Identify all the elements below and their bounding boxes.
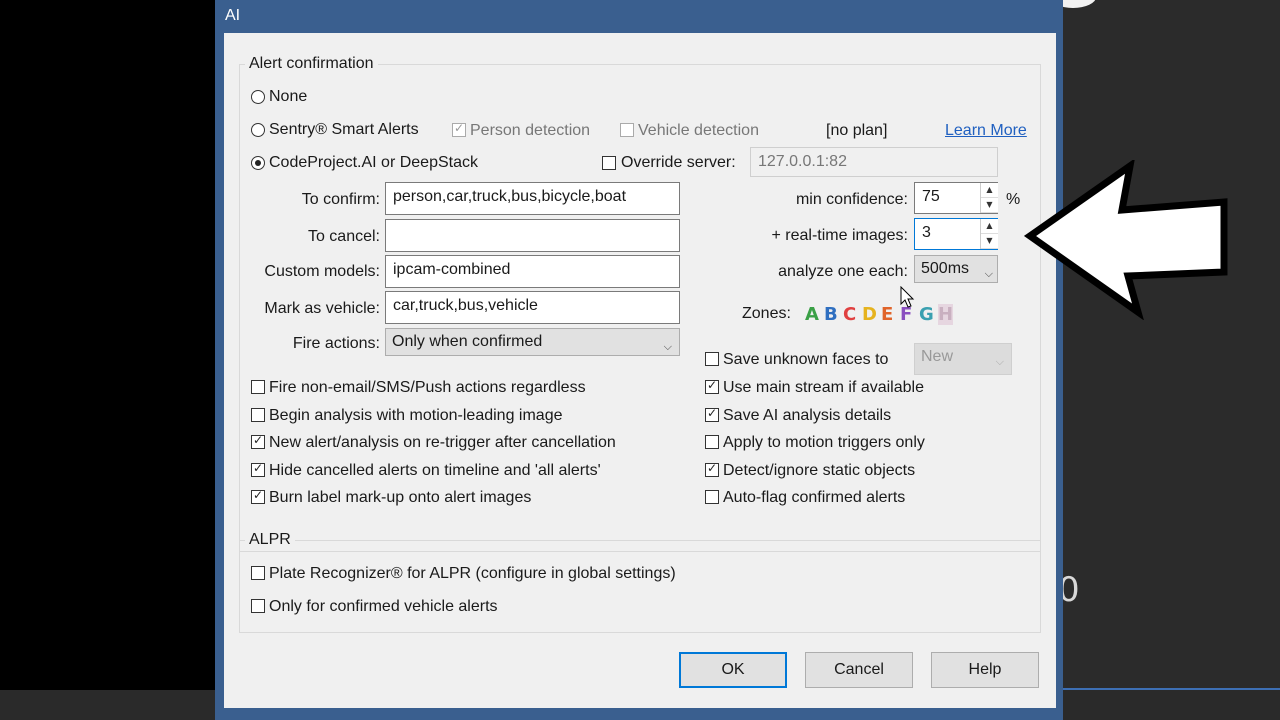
fire-actions-select[interactable]: Only when confirmed ⌵ [385, 328, 680, 356]
left-checkbox-label-0: Fire non-email/SMS/Push actions regardle… [269, 379, 586, 396]
chevron-down-icon: ⌵ [995, 355, 1004, 368]
fire-actions-label: Fire actions: [292, 335, 380, 352]
zone-a[interactable]: A [805, 304, 819, 325]
realtime-images-value: 3 [922, 224, 931, 241]
alpr-label: ALPR [245, 531, 295, 549]
zone-b[interactable]: B [824, 304, 838, 325]
cancel-button[interactable]: Cancel [805, 652, 913, 688]
plate-recognizer-label: Plate Recognizer® for ALPR (configure in… [269, 565, 676, 582]
to-confirm-label: To confirm: [301, 191, 380, 208]
right-checkbox-label-4: Auto-flag confirmed alerts [723, 489, 906, 507]
radio-sentry-label: Sentry® Smart Alerts [269, 121, 419, 138]
realtime-images-label: + real-time images: [771, 227, 909, 244]
radio-codeproject[interactable] [251, 156, 265, 170]
faces-select[interactable]: New ⌵ [914, 343, 1012, 375]
right-checkbox-label-1: Save AI analysis details [723, 406, 892, 424]
right-checkbox-2[interactable] [705, 435, 719, 450]
min-confidence-spinner[interactable]: ▲ ▼ [980, 183, 998, 213]
left-checkbox-2[interactable] [251, 433, 265, 450]
radio-sentry[interactable] [251, 123, 265, 137]
ok-button[interactable]: OK [679, 652, 787, 688]
zone-d[interactable]: D [862, 304, 877, 325]
custom-models-label: Custom models: [264, 263, 380, 280]
only-vehicle-checkbox[interactable] [251, 599, 265, 613]
vehicle-detection-label: Vehicle detection [638, 122, 759, 139]
radio-codeproject-label: CodeProject.AI or DeepStack [269, 154, 478, 171]
override-server-label: Override server: [621, 154, 736, 171]
faces-select-value: New [921, 348, 954, 365]
alert-confirmation-label: Alert confirmation [245, 55, 378, 73]
custom-models-field[interactable]: ipcam-combined [385, 255, 680, 288]
min-confidence-label: min confidence: [795, 191, 908, 208]
save-unknown-faces-label: Save unknown faces to [723, 351, 889, 368]
left-checkbox-1[interactable] [251, 407, 265, 422]
vehicle-detection-checkbox[interactable] [620, 123, 634, 137]
right-checkbox-1[interactable] [705, 406, 719, 422]
min-confidence-value: 75 [922, 188, 940, 205]
plan-status: [no plan] [826, 122, 888, 139]
save-unknown-faces-checkbox[interactable] [705, 352, 719, 366]
zones-label: Zones: [742, 305, 791, 322]
window-title: AI [225, 7, 241, 24]
spin-down-icon[interactable]: ▼ [981, 234, 998, 249]
right-checkbox-4[interactable] [705, 490, 719, 505]
radio-none[interactable] [251, 90, 265, 104]
zone-e[interactable]: E [881, 304, 893, 325]
to-cancel-field[interactable] [385, 219, 680, 252]
left-checkbox-0[interactable] [251, 380, 265, 394]
right-checkbox-label-2: Apply to motion triggers only [723, 434, 925, 452]
right-checkbox-3[interactable] [705, 461, 719, 477]
radio-none-label: None [269, 88, 308, 105]
right-checkbox-label-3: Detect/ignore static objects [723, 461, 916, 479]
left-checkbox-label-4: Burn label mark-up onto alert images [269, 489, 532, 507]
realtime-images-spinner[interactable]: ▲ ▼ [980, 219, 998, 249]
help-button[interactable]: Help [931, 652, 1039, 688]
spin-up-icon[interactable]: ▲ [981, 183, 998, 198]
zone-h[interactable]: H [938, 304, 954, 325]
zone-c[interactable]: C [843, 304, 856, 325]
mouse-cursor-icon [900, 286, 915, 308]
analyze-select[interactable]: 500ms ⌵ [914, 255, 998, 283]
analyze-label: analyze one each: [778, 263, 908, 280]
background-panel [1062, 0, 1280, 720]
left-checkbox-label-1: Begin analysis with motion-leading image [269, 406, 563, 424]
right-checkbox-label-0: Use main stream if available [723, 379, 924, 396]
alpr-group [239, 540, 1041, 633]
percent-label: % [1006, 191, 1021, 208]
server-address-field[interactable]: 127.0.0.1:82 [750, 147, 998, 177]
left-checkbox-4[interactable] [251, 488, 265, 505]
plate-recognizer-checkbox[interactable] [251, 566, 265, 580]
zone-g[interactable]: G [919, 304, 934, 325]
left-checkbox-3[interactable] [251, 461, 265, 477]
only-vehicle-label: Only for confirmed vehicle alerts [269, 598, 498, 615]
left-checkbox-label-3: Hide cancelled alerts on timeline and 'a… [269, 461, 601, 479]
fire-actions-value: Only when confirmed [392, 333, 543, 350]
chevron-down-icon: ⌵ [984, 267, 993, 280]
ai-dialog: AI Alert confirmation None Sentry® Smart… [215, 0, 1063, 720]
analyze-value: 500ms [921, 260, 970, 277]
to-confirm-field[interactable]: person,car,truck,bus,bicycle,boat [385, 182, 680, 215]
person-detection-checkbox[interactable] [452, 121, 466, 137]
override-server-checkbox[interactable] [602, 156, 616, 170]
person-detection-label: Person detection [470, 122, 591, 139]
spin-down-icon[interactable]: ▼ [981, 198, 998, 213]
left-checkbox-label-2: New alert/analysis on re-trigger after c… [269, 434, 616, 452]
to-cancel-label: To cancel: [307, 228, 380, 245]
chevron-down-icon: ⌵ [663, 340, 672, 353]
dialog-client: Alert confirmation None Sentry® Smart Al… [224, 33, 1056, 708]
title-bar[interactable]: AI [215, 0, 1063, 32]
spin-up-icon[interactable]: ▲ [981, 219, 998, 234]
mark-vehicle-field[interactable]: car,truck,bus,vehicle [385, 291, 680, 324]
mark-vehicle-label: Mark as vehicle: [264, 300, 380, 317]
learn-more-link[interactable]: Learn More [945, 122, 1027, 140]
arrow-annotation-icon [1024, 160, 1228, 320]
right-checkbox-0[interactable] [705, 378, 719, 394]
